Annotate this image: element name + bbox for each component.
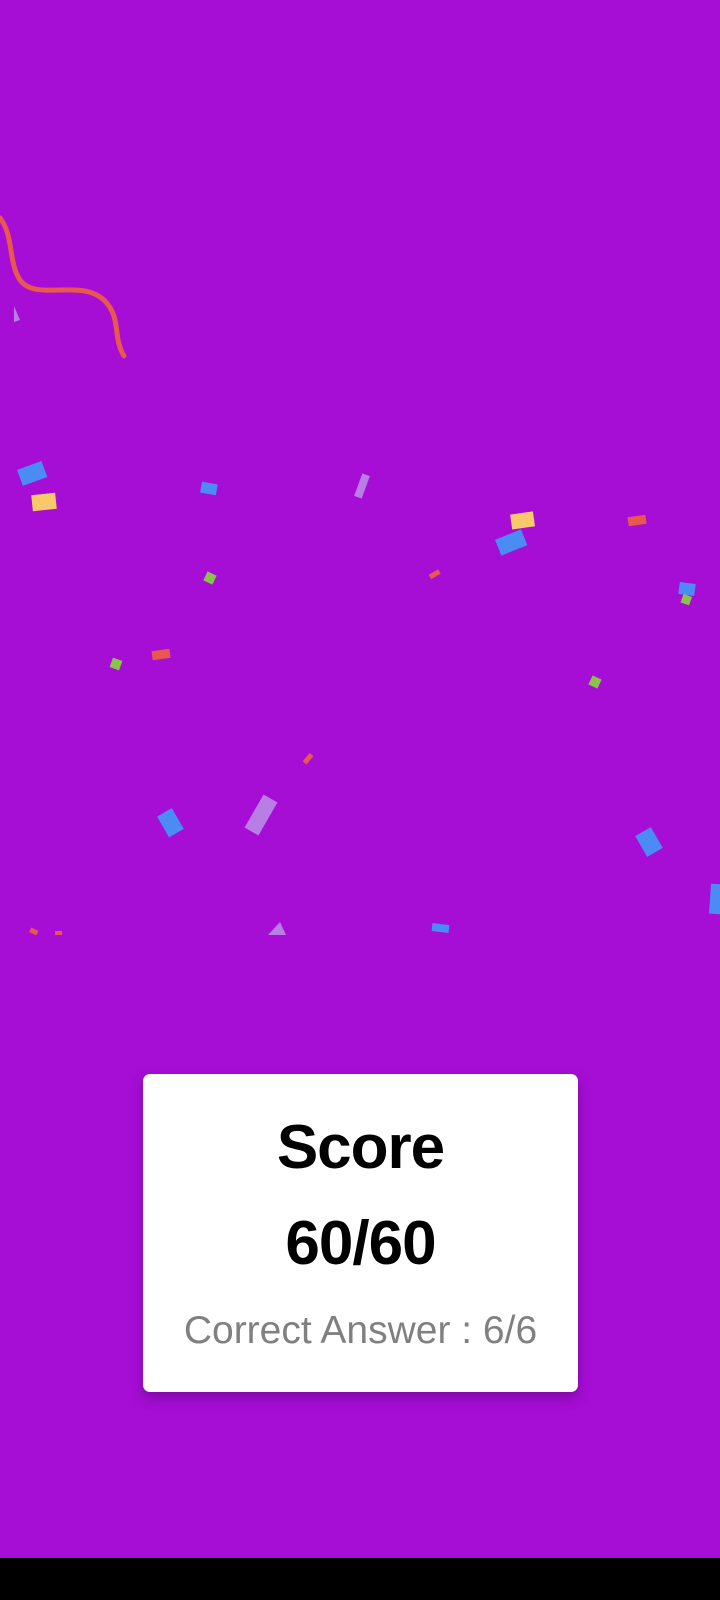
system-navigation-bar (0, 1558, 720, 1600)
confetti-piece (678, 581, 696, 597)
confetti-piece (244, 794, 278, 836)
confetti-piece (29, 927, 39, 935)
confetti-piece (268, 922, 286, 935)
confetti-piece (635, 827, 663, 857)
confetti-piece (31, 492, 57, 512)
score-value: 60/60 (285, 1209, 436, 1278)
score-card: Score 60/60 Correct Answer : 6/6 (143, 1074, 578, 1392)
confetti-icon (0, 215, 720, 935)
confetti-piece (354, 473, 370, 499)
confetti-piece (14, 306, 20, 322)
confetti-piece (302, 752, 314, 765)
confetti-piece (203, 571, 217, 585)
confetti-piece (708, 883, 720, 915)
correct-answer-count: Correct Answer : 6/6 (183, 1309, 538, 1352)
confetti-piece (109, 657, 123, 671)
confetti-piece (151, 648, 171, 661)
result-screen: Score 60/60 Correct Answer : 6/6 (0, 0, 720, 1600)
confetti-piece (627, 514, 647, 527)
confetti-piece (17, 461, 48, 486)
confetti-piece (157, 808, 184, 838)
confetti-piece (55, 931, 62, 935)
confetti-animation (0, 0, 720, 935)
confetti-piece (510, 511, 535, 530)
confetti-piece (588, 675, 602, 689)
confetti-piece (428, 569, 441, 580)
streamer-icon (0, 215, 127, 359)
confetti-piece (200, 481, 218, 496)
confetti-piece (431, 923, 450, 933)
confetti-piece (680, 593, 693, 606)
confetti-piece (495, 529, 528, 556)
score-title: Score (276, 1113, 445, 1182)
